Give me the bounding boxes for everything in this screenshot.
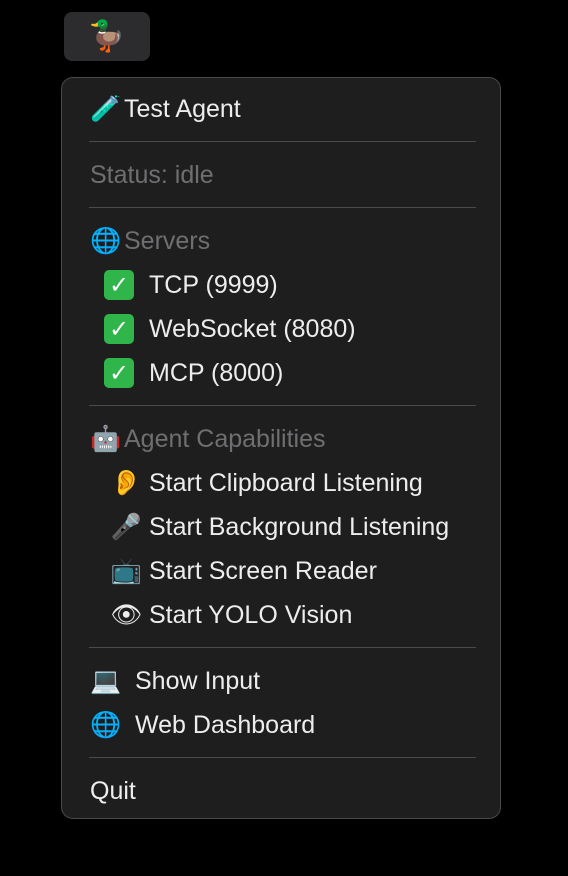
menu-separator bbox=[89, 647, 476, 648]
screen: 🦆 🧪 Test Agent Status: idle 🌐 Servers ✓ … bbox=[0, 0, 568, 876]
menu-item-web-dashboard[interactable]: 🌐 Web Dashboard bbox=[90, 705, 315, 745]
check-mark-icon: ✓ bbox=[104, 314, 134, 344]
check-mark-icon: ✓ bbox=[104, 270, 134, 300]
section-header-label: Agent Capabilities bbox=[124, 424, 326, 453]
television-icon: 📺 bbox=[110, 556, 143, 585]
menu-item-label: Start Clipboard Listening bbox=[149, 468, 423, 497]
globe-icon: 🌐 bbox=[90, 710, 122, 739]
duck-icon: 🦆 bbox=[88, 19, 126, 53]
server-item-mcp[interactable]: ✓ MCP (8000) bbox=[104, 353, 283, 393]
menu-separator bbox=[89, 757, 476, 758]
menu-item-label: Test Agent bbox=[124, 94, 241, 123]
menu-item-label: Start Screen Reader bbox=[149, 556, 377, 585]
test-tube-icon: 🧪 bbox=[90, 94, 122, 123]
eye-icon: 👁 bbox=[110, 600, 143, 629]
menu-item-show-input[interactable]: 💻 Show Input bbox=[90, 661, 260, 701]
menu-item-background-listening[interactable]: 🎤 Start Background Listening bbox=[104, 507, 449, 547]
menu-item-label: Quit bbox=[90, 776, 136, 805]
menu-item-quit[interactable]: Quit bbox=[90, 771, 136, 811]
microphone-icon: 🎤 bbox=[110, 512, 143, 541]
menu-item-label: WebSocket (8080) bbox=[149, 314, 356, 343]
status-label: Status: idle bbox=[90, 155, 214, 195]
check-mark-icon: ✓ bbox=[104, 358, 134, 388]
menu-item-test-agent[interactable]: 🧪 Test Agent bbox=[90, 89, 241, 129]
menu-item-label: TCP (9999) bbox=[149, 270, 278, 299]
laptop-icon: 💻 bbox=[90, 666, 122, 695]
menu-separator bbox=[89, 405, 476, 406]
robot-icon: 🤖 bbox=[90, 424, 122, 453]
status-text: Status: idle bbox=[90, 160, 214, 189]
menu-item-yolo-vision[interactable]: 👁 Start YOLO Vision bbox=[104, 595, 353, 635]
menu-item-label: MCP (8000) bbox=[149, 358, 284, 387]
globe-icon: 🌐 bbox=[90, 226, 122, 255]
section-header-servers: 🌐 Servers bbox=[90, 221, 210, 261]
menu-item-clipboard-listening[interactable]: 👂 Start Clipboard Listening bbox=[104, 463, 423, 503]
dropdown-menu: 🧪 Test Agent Status: idle 🌐 Servers ✓ TC… bbox=[61, 77, 501, 819]
menu-separator bbox=[89, 207, 476, 208]
menu-separator bbox=[89, 141, 476, 142]
server-item-websocket[interactable]: ✓ WebSocket (8080) bbox=[104, 309, 356, 349]
menu-item-label: Start Background Listening bbox=[149, 512, 450, 541]
ear-icon: 👂 bbox=[110, 468, 143, 497]
server-item-tcp[interactable]: ✓ TCP (9999) bbox=[104, 265, 278, 305]
section-header-label: Servers bbox=[124, 226, 211, 255]
menu-item-label: Web Dashboard bbox=[135, 710, 316, 739]
menubar-status-item[interactable]: 🦆 bbox=[64, 12, 150, 61]
menu-item-label: Show Input bbox=[135, 666, 261, 695]
menu-item-screen-reader[interactable]: 📺 Start Screen Reader bbox=[104, 551, 377, 591]
section-header-capabilities: 🤖 Agent Capabilities bbox=[90, 419, 326, 459]
menu-item-label: Start YOLO Vision bbox=[149, 600, 353, 629]
